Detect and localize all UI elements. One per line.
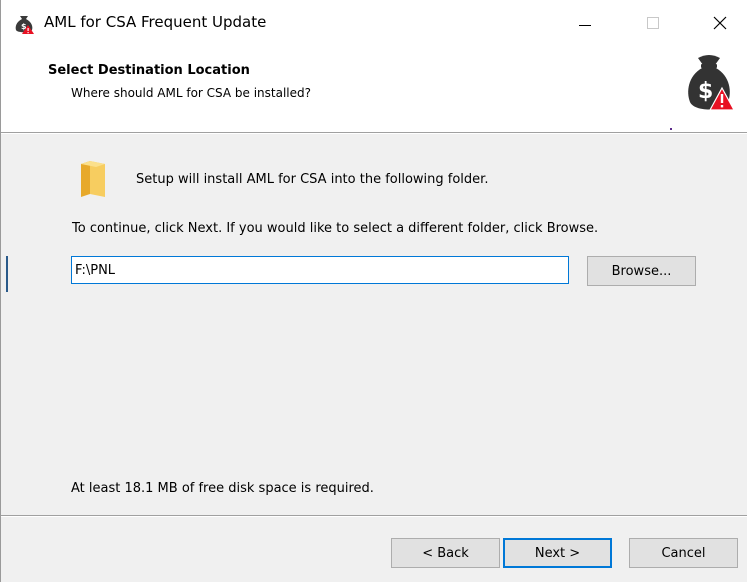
minimize-button[interactable] (557, 0, 613, 46)
title-bar[interactable]: $ AML for CSA Frequent Update (1, 0, 747, 46)
maximize-button[interactable] (625, 0, 681, 46)
instruction-text: To continue, click Next. If you would li… (72, 221, 599, 236)
wizard-header: Select Destination Location Where should… (1, 46, 747, 132)
folder-icon (81, 161, 105, 197)
header-divider (1, 132, 747, 134)
intro-text: Setup will install AML for CSA into the … (136, 172, 489, 187)
window-edge-marker (6, 256, 8, 292)
minimize-icon (579, 24, 591, 26)
close-button[interactable] (692, 0, 747, 46)
money-bag-warning-icon: $ (15, 16, 34, 34)
disk-space-text: At least 18.1 MB of free disk space is r… (71, 481, 374, 496)
next-button[interactable]: Next > (503, 538, 612, 568)
cancel-button[interactable]: Cancel (629, 538, 738, 568)
setup-wizard-window: $ AML for CSA Frequent Update Select Des… (0, 0, 747, 582)
close-icon (713, 16, 727, 30)
back-button[interactable]: < Back (391, 538, 500, 568)
window-title: AML for CSA Frequent Update (44, 13, 267, 31)
footer-divider (1, 515, 747, 517)
browse-button[interactable]: Browse... (587, 256, 696, 286)
decorative-dot (670, 128, 672, 130)
page-subtitle: Where should AML for CSA be installed? (71, 86, 312, 100)
page-title: Select Destination Location (48, 63, 250, 78)
destination-path-input[interactable] (71, 256, 569, 284)
money-bag-warning-icon: $ (688, 55, 734, 111)
maximize-icon (647, 17, 659, 29)
svg-text:$: $ (698, 79, 713, 104)
